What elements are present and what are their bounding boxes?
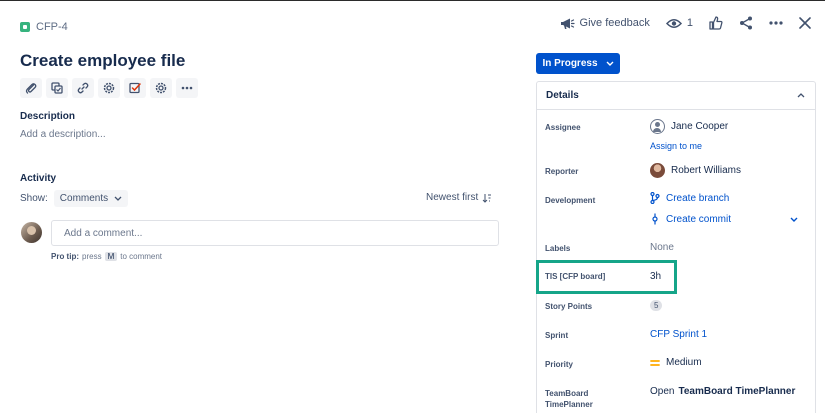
- teamboard-value: TeamBoard TimePlanner: [678, 386, 796, 397]
- issue-title[interactable]: Create employee file: [20, 51, 185, 71]
- description-heading: Description: [20, 111, 76, 122]
- app-action-button-2[interactable]: [150, 78, 172, 98]
- sort-order-button[interactable]: Newest first: [426, 192, 492, 203]
- teamboard-label-line-1: TeamBoard: [545, 389, 589, 398]
- megaphone-icon: [560, 18, 575, 29]
- paperclip-icon: [25, 83, 37, 94]
- more-toolbar-button[interactable]: [176, 78, 198, 98]
- story-points-field[interactable]: 5: [650, 300, 663, 311]
- labels-label: Labels: [545, 244, 571, 253]
- details-header[interactable]: Details: [537, 82, 815, 110]
- create-commit-label: Create commit: [666, 213, 732, 225]
- checklist-icon: [129, 82, 141, 94]
- protip-key: M: [104, 252, 118, 261]
- issue-key[interactable]: CFP-4: [36, 21, 68, 33]
- link-issue-button[interactable]: [72, 78, 94, 98]
- sort-icon: [482, 193, 492, 203]
- priority-label: Priority: [545, 360, 574, 369]
- show-label: Show:: [20, 193, 48, 204]
- priority-medium-icon: [650, 359, 660, 366]
- close-icon[interactable]: [799, 17, 811, 29]
- description-input[interactable]: Add a description...: [20, 129, 106, 140]
- sprint-label: Sprint: [545, 331, 569, 340]
- details-heading: Details: [546, 90, 579, 101]
- comment-input[interactable]: Add a comment...: [51, 220, 499, 246]
- current-user-avatar: [21, 222, 42, 243]
- create-branch-link[interactable]: Create branch: [650, 192, 729, 204]
- teamboard-label: TeamBoard TimePlanner: [545, 388, 593, 410]
- link-icon: [77, 82, 89, 94]
- chevron-down-icon[interactable]: [790, 217, 798, 222]
- activity-heading: Activity: [20, 173, 57, 184]
- tis-highlight-box: [536, 260, 677, 294]
- assignee-field[interactable]: Jane Cooper: [650, 119, 728, 134]
- app-gear-icon: [103, 82, 115, 94]
- sprint-value[interactable]: CFP Sprint 1: [650, 329, 707, 340]
- share-icon[interactable]: [739, 16, 753, 30]
- development-label: Development: [545, 196, 596, 205]
- reporter-field[interactable]: Robert Williams: [650, 163, 741, 178]
- labels-value[interactable]: None: [650, 242, 674, 253]
- teamboard-open-label: Open: [650, 386, 675, 397]
- sort-order-label: Newest first: [426, 192, 479, 203]
- commit-icon: [652, 213, 658, 225]
- ellipsis-icon: [181, 86, 193, 90]
- issue-key-breadcrumb[interactable]: CFP-4: [20, 21, 68, 33]
- thumbs-up-icon[interactable]: [709, 16, 723, 30]
- pro-tip: Pro tip: press M to comment: [51, 252, 162, 261]
- activity-filter-value: Comments: [59, 193, 109, 204]
- teamboard-label-line-2: TimePlanner: [545, 400, 593, 409]
- reporter-avatar: [650, 163, 665, 178]
- assignee-label: Assignee: [545, 123, 581, 132]
- give-feedback-label: Give feedback: [579, 17, 650, 29]
- add-child-issue-button[interactable]: [46, 78, 68, 98]
- status-dropdown-button[interactable]: In Progress: [536, 53, 620, 74]
- priority-value: Medium: [666, 357, 702, 368]
- chevron-up-icon: [797, 93, 805, 98]
- activity-filter-row: Show: Comments: [20, 190, 129, 207]
- create-branch-label: Create branch: [666, 192, 730, 204]
- chevron-down-icon: [114, 196, 122, 201]
- reporter-label: Reporter: [545, 167, 579, 176]
- chevron-down-icon: [606, 61, 614, 66]
- teamboard-open-link[interactable]: Open TeamBoard TimePlanner: [650, 386, 795, 397]
- priority-field[interactable]: Medium: [650, 357, 702, 368]
- more-actions-icon[interactable]: [769, 21, 783, 25]
- watch-button[interactable]: 1: [665, 17, 693, 29]
- branch-icon: [650, 192, 660, 204]
- eye-icon: [665, 18, 682, 28]
- child-issue-icon: [51, 82, 63, 94]
- protip-suffix: to comment: [120, 252, 163, 261]
- checklist-button[interactable]: [124, 78, 146, 98]
- story-type-icon: [20, 22, 30, 32]
- issue-view: CFP-4 Give feedback 1 Create employee fi…: [0, 0, 825, 413]
- assignee-avatar: [650, 119, 665, 134]
- top-actions: Give feedback 1: [560, 16, 811, 30]
- story-points-label: Story Points: [545, 302, 593, 311]
- reporter-value: Robert Williams: [671, 165, 742, 176]
- assignee-value: Jane Cooper: [671, 121, 729, 132]
- give-feedback-button[interactable]: Give feedback: [560, 17, 650, 30]
- issue-toolbar: [20, 78, 198, 98]
- app-action-button-1[interactable]: [98, 78, 120, 98]
- activity-filter-select[interactable]: Comments: [53, 190, 129, 207]
- protip-prefix: Pro tip:: [51, 252, 79, 261]
- attach-button[interactable]: [20, 78, 42, 98]
- app-gear-icon: [155, 82, 167, 94]
- status-label: In Progress: [542, 58, 598, 69]
- protip-press: press: [82, 252, 102, 261]
- create-commit-link[interactable]: Create commit: [650, 213, 731, 225]
- watch-count: 1: [686, 17, 693, 29]
- story-points-value: 5: [650, 300, 663, 311]
- assign-to-me-link[interactable]: Assign to me: [650, 141, 702, 151]
